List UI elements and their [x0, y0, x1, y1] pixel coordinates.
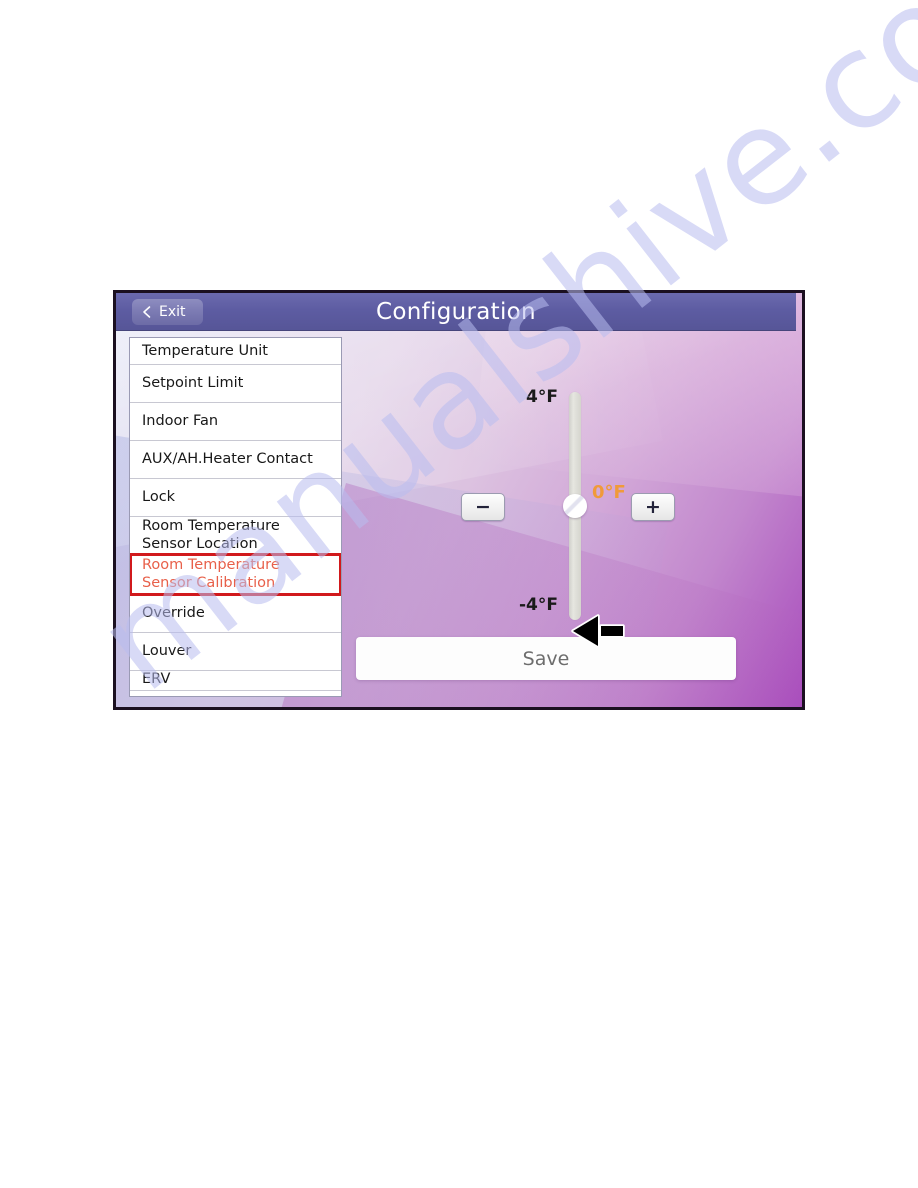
list-item-label: Override	[142, 604, 205, 621]
list-item-setpoint-limit[interactable]: Setpoint Limit	[130, 365, 341, 403]
exit-button[interactable]: Exit	[132, 299, 203, 325]
page-title: Configuration	[376, 299, 536, 325]
list-item-override[interactable]: Override	[130, 595, 341, 633]
list-item-label-line2: Sensor Calibration	[142, 574, 276, 591]
list-item-label-line2: Sensor Location	[142, 535, 258, 552]
slider-max-label: 4°F	[526, 387, 558, 407]
plus-icon: +	[645, 495, 661, 518]
list-item-aux-ah-heater-contact[interactable]: AUX/AH.Heater Contact	[130, 441, 341, 479]
title-bar: Configuration Exit	[116, 293, 796, 331]
increment-button[interactable]: +	[631, 493, 675, 521]
list-item-label: ERV	[142, 671, 171, 687]
decrement-button[interactable]: −	[461, 493, 505, 521]
calibration-panel: 4°F -4°F 0°F − + Save	[342, 337, 802, 707]
list-item-lock[interactable]: Lock	[130, 479, 341, 517]
list-item-label: Temperature Unit	[142, 343, 268, 360]
calibration-value-label: 0°F	[592, 482, 626, 503]
list-item-label: Room Temperature Sensor Location	[142, 518, 280, 553]
list-item-erv[interactable]: ERV	[130, 671, 341, 691]
save-button[interactable]: Save	[356, 637, 736, 680]
settings-list[interactable]: Temperature Unit Setpoint Limit Indoor F…	[129, 337, 342, 697]
list-item-label: Room Temperature Sensor Calibration	[142, 557, 280, 592]
list-item-label: AUX/AH.Heater Contact	[142, 450, 313, 467]
list-item-label: Lock	[142, 488, 176, 505]
list-item-label: Indoor Fan	[142, 412, 219, 429]
list-item-indoor-fan[interactable]: Indoor Fan	[130, 403, 341, 441]
list-item-room-temperature-sensor-location[interactable]: Room Temperature Sensor Location	[130, 517, 341, 555]
save-button-label: Save	[522, 647, 570, 670]
calibration-slider-thumb[interactable]	[563, 494, 587, 518]
list-item-louver[interactable]: Louver	[130, 633, 341, 671]
slider-min-label: -4°F	[519, 595, 558, 615]
device-screen: Configuration Exit Temperature Unit Setp…	[116, 293, 802, 707]
list-item-label-line1: Room Temperature	[142, 556, 280, 573]
device-screenshot-frame: Configuration Exit Temperature Unit Setp…	[113, 290, 805, 710]
minus-icon: −	[475, 495, 491, 518]
list-item-temperature-unit[interactable]: Temperature Unit	[130, 338, 341, 365]
chevron-left-icon	[143, 306, 151, 318]
list-item-label: Louver	[142, 642, 192, 659]
exit-label: Exit	[159, 304, 186, 320]
list-item-label: Setpoint Limit	[142, 374, 244, 391]
list-item-label-line1: Room Temperature	[142, 517, 280, 534]
list-item-room-temperature-sensor-calibration[interactable]: Room Temperature Sensor Calibration	[130, 553, 341, 596]
